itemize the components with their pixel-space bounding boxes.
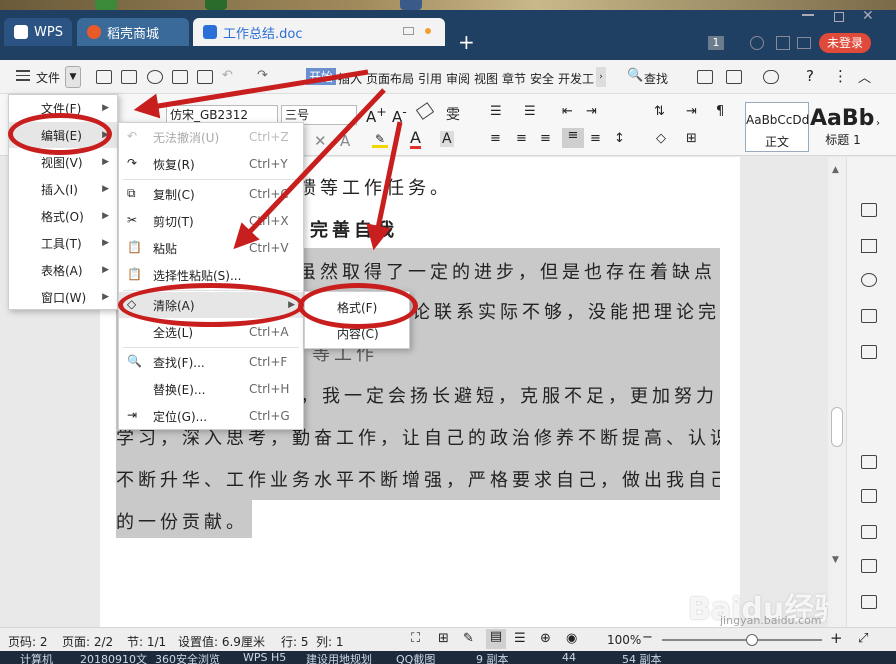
annotation-arrow — [366, 121, 403, 251]
annotation-arrow — [233, 88, 386, 250]
annotation-arrow — [133, 69, 369, 119]
annotation-arrows — [133, 69, 403, 251]
